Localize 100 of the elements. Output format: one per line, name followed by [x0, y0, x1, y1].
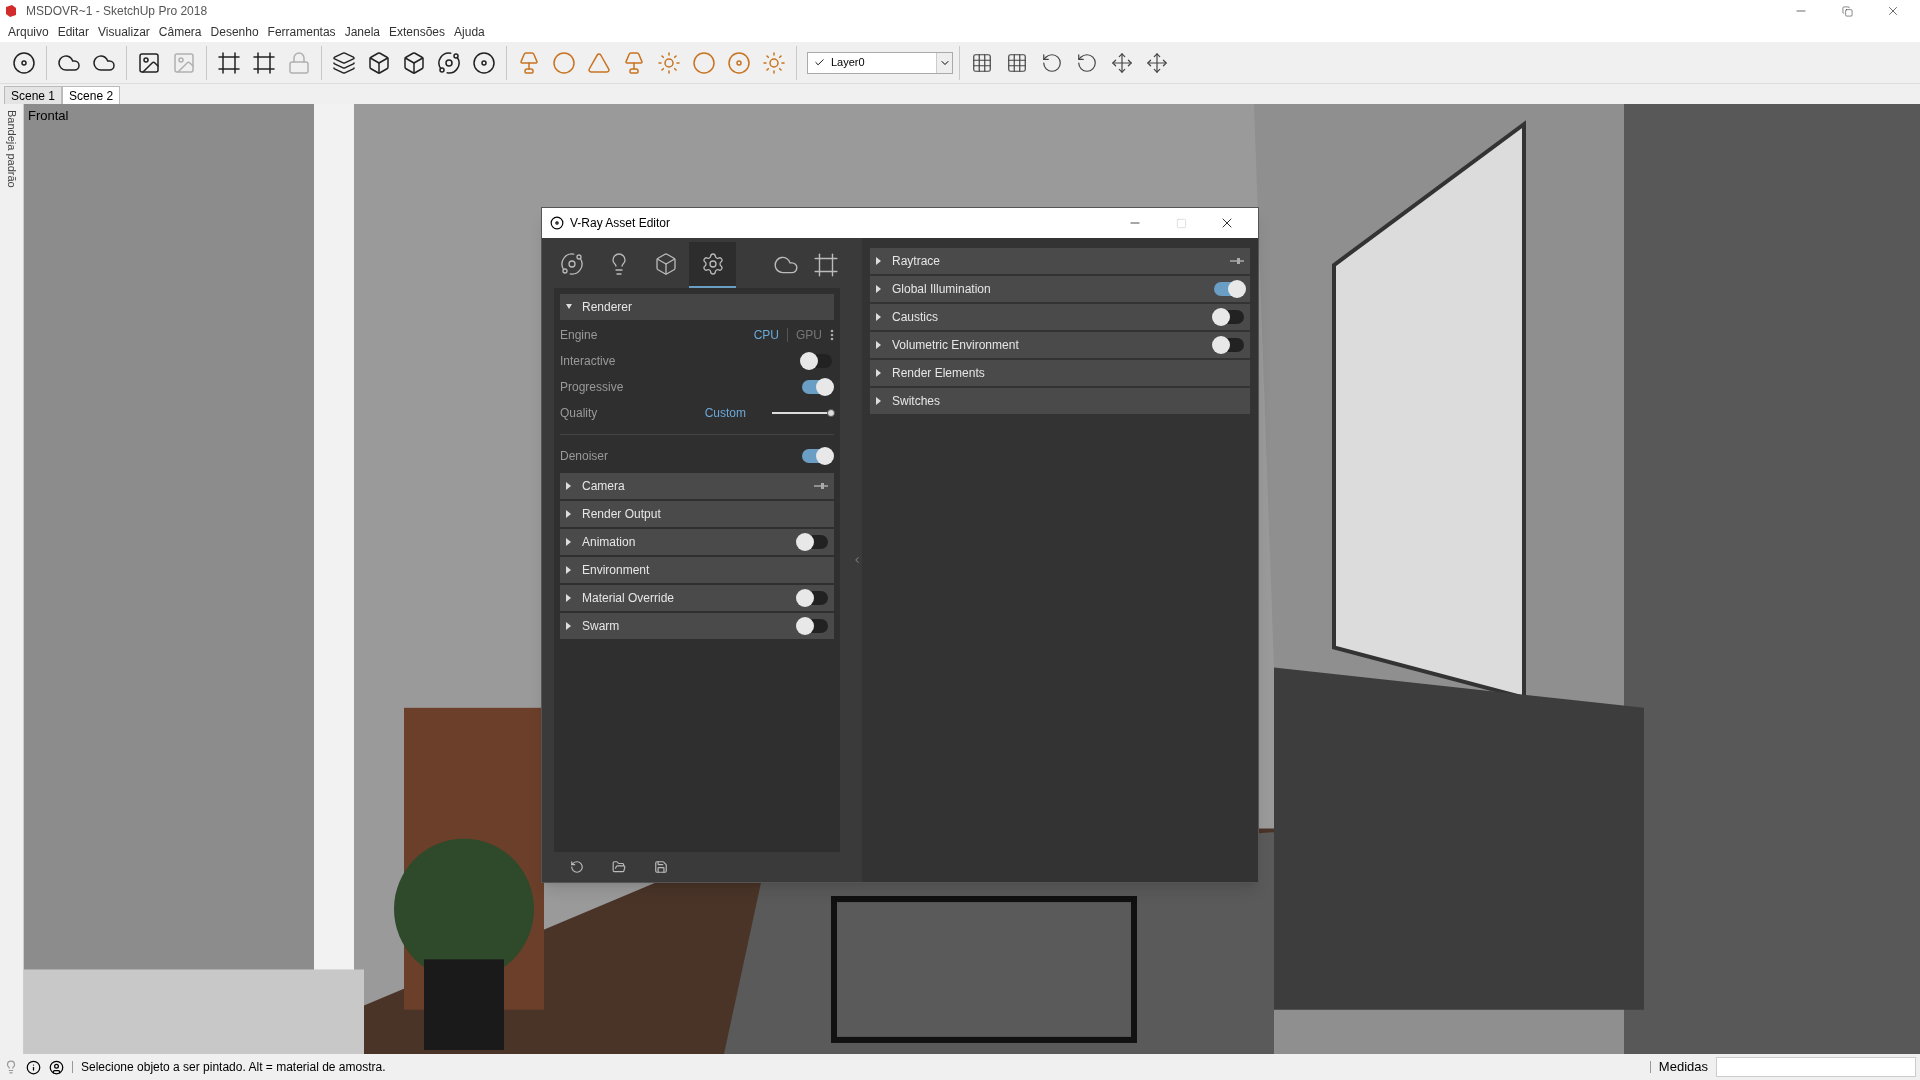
- section-header[interactable]: Switches: [870, 388, 1250, 414]
- layers-icon: [332, 50, 356, 75]
- window-title: V-Ray Asset Editor: [570, 215, 671, 232]
- caret-icon: [566, 622, 572, 630]
- section-header[interactable]: Render Elements: [870, 360, 1250, 386]
- material-ball-icon: [559, 252, 584, 276]
- rotate-icon: [1076, 51, 1098, 74]
- render-image-icon: [137, 50, 161, 75]
- caret-icon: [566, 566, 572, 574]
- caret-icon: [876, 369, 882, 377]
- section-header[interactable]: Caustics: [870, 304, 1250, 330]
- toggle-switch[interactable]: [802, 380, 832, 394]
- folder-icon: [612, 860, 626, 874]
- caret-icon: [876, 341, 882, 349]
- cube-icon: [653, 252, 678, 276]
- sun-icon: [657, 50, 681, 75]
- section-header[interactable]: Global Illumination: [870, 276, 1250, 302]
- collapse-icon[interactable]: [852, 554, 862, 566]
- frame-icon: [252, 50, 276, 75]
- menu-item[interactable]: Janela: [340, 23, 384, 41]
- rotate-icon: [1041, 51, 1063, 74]
- check-icon: [814, 57, 825, 68]
- cube-icon: [367, 50, 391, 75]
- slider-settings-icon[interactable]: [1230, 257, 1244, 265]
- engine-option[interactable]: CPU: [753, 326, 779, 344]
- render-image-icon: [172, 50, 196, 75]
- field-label: Interactive: [560, 353, 617, 370]
- sun-icon: [762, 50, 786, 75]
- toggle-switch[interactable]: [802, 449, 832, 463]
- menu-item[interactable]: Câmera: [154, 23, 206, 41]
- save-button[interactable]: [654, 860, 668, 874]
- category-tab[interactable]: [689, 242, 736, 288]
- status-message: Selecione objeto a ser pintado. Alt = material de amostra.: [81, 1059, 386, 1076]
- toggle-switch[interactable]: [798, 619, 828, 633]
- menu-item[interactable]: Ajuda: [450, 23, 489, 41]
- toggle-switch[interactable]: [1214, 310, 1244, 324]
- section-header[interactable]: Animation: [560, 529, 834, 555]
- quality-slider[interactable]: [772, 408, 834, 418]
- grid-icon: [1006, 51, 1028, 74]
- caret-icon: [876, 313, 882, 321]
- scene-tab[interactable]: Scene 1: [4, 86, 63, 104]
- toggle-switch[interactable]: [1214, 338, 1244, 352]
- grid-icon: [971, 51, 993, 74]
- caret-icon: [566, 303, 572, 311]
- menu-item[interactable]: Extensões: [385, 23, 450, 41]
- section-header[interactable]: Material Override: [560, 585, 834, 611]
- open-button[interactable]: [612, 860, 626, 874]
- field-label: Progressive: [560, 379, 625, 396]
- measurements-label: Medidas: [1658, 1058, 1708, 1077]
- toggle-switch[interactable]: [802, 354, 832, 368]
- field-label: Denoiser: [560, 448, 610, 465]
- tray-tab[interactable]: Bandeja padrão: [3, 110, 20, 188]
- section-header[interactable]: Environment: [560, 557, 834, 583]
- lock-icon: [287, 50, 311, 75]
- section-header[interactable]: Camera: [560, 473, 834, 499]
- section-header[interactable]: Render Output: [560, 501, 834, 527]
- move-icon: [1111, 51, 1133, 74]
- lamp-icon: [622, 50, 646, 75]
- close-icon: [1886, 4, 1900, 18]
- more-options-icon[interactable]: [830, 329, 834, 341]
- section-header[interactable]: Raytrace: [870, 248, 1250, 274]
- caret-icon: [566, 538, 572, 546]
- move-icon: [1146, 51, 1168, 74]
- reset-button[interactable]: [570, 860, 584, 874]
- menu-item[interactable]: Editar: [53, 23, 94, 41]
- orbit-icon: [437, 50, 461, 75]
- menu-item[interactable]: Desenho: [206, 23, 263, 41]
- caret-icon: [876, 285, 882, 293]
- user-icon[interactable]: [49, 1059, 64, 1075]
- frame-icon: [217, 50, 241, 75]
- quality-value: Custom: [704, 405, 746, 422]
- toggle-switch[interactable]: [1214, 282, 1244, 296]
- caret-icon: [566, 594, 572, 602]
- window-title: MSDOVR~1 - SketchUp Pro 2018: [26, 3, 208, 20]
- circle-light-icon: [552, 50, 576, 75]
- menu-item[interactable]: Arquivo: [4, 23, 53, 41]
- section-header[interactable]: Volumetric Environment: [870, 332, 1250, 358]
- toggle-switch[interactable]: [798, 535, 828, 549]
- scene-tab[interactable]: Scene 2: [62, 86, 121, 104]
- field-label: Engine: [560, 327, 599, 344]
- caret-icon: [566, 482, 572, 490]
- disc-icon: [472, 50, 496, 75]
- section-header[interactable]: Swarm: [560, 613, 834, 639]
- field-label: Quality: [560, 405, 599, 422]
- measurements-field[interactable]: [1716, 1057, 1916, 1077]
- menu-item[interactable]: Ferramentas: [263, 23, 340, 41]
- menu-item[interactable]: Visualizar: [94, 23, 154, 41]
- toggle-switch[interactable]: [798, 591, 828, 605]
- cube-icon: [402, 50, 426, 75]
- window-frame-icon: [813, 252, 839, 278]
- restore-icon: [1841, 5, 1853, 17]
- caret-icon: [876, 397, 882, 405]
- section-header[interactable]: Renderer: [560, 294, 834, 320]
- app-logo-icon: [4, 4, 18, 18]
- info-icon[interactable]: [26, 1059, 41, 1075]
- maximize-icon: [1175, 217, 1187, 229]
- layer-dropdown[interactable]: Layer0: [807, 51, 953, 74]
- caret-icon: [876, 257, 882, 265]
- slider-settings-icon[interactable]: [814, 482, 828, 490]
- caret-icon: [566, 510, 572, 518]
